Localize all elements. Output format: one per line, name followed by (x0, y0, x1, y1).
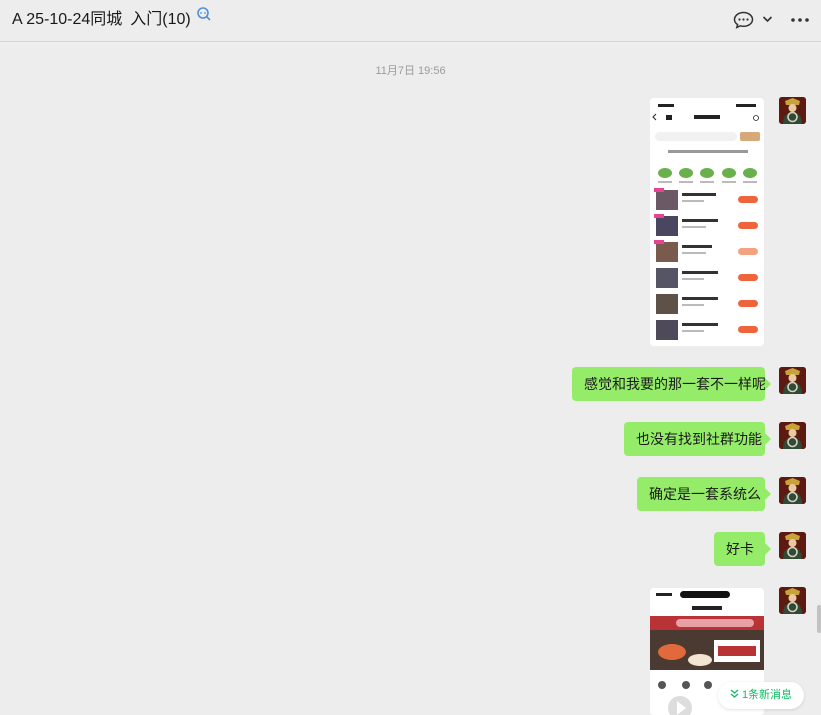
chat-title-members: 入门(10) (130, 11, 191, 28)
message-bubble[interactable]: 好卡 (714, 532, 771, 566)
avatar[interactable] (779, 587, 806, 614)
community-app-screenshot (650, 98, 764, 346)
chat-header: A 25-10-24同城 入门(10) (0, 0, 821, 42)
screenshot-image-message[interactable] (650, 98, 764, 346)
chevron-down-icon[interactable] (762, 14, 773, 25)
avatar[interactable] (779, 97, 806, 124)
avatar[interactable] (779, 532, 806, 559)
message-bubble[interactable]: 感觉和我要的那一套不一样呢 (572, 367, 771, 401)
chat-title[interactable]: A 25-10-24同城 入门(10) (12, 5, 191, 29)
double-chevron-down-icon (730, 689, 739, 698)
new-message-label: 1条新消息 (741, 689, 793, 701)
avatar[interactable] (779, 422, 806, 449)
chat-title-text: A 25-10-24同城 (12, 11, 123, 28)
more-icon[interactable] (790, 12, 810, 28)
chat-bubble-icon[interactable] (733, 11, 754, 29)
avatar[interactable] (779, 367, 806, 394)
message-bubble[interactable]: 也没有找到社群功能 (624, 422, 771, 456)
scrollbar[interactable] (817, 605, 821, 633)
message-timestamp: 11月7日 19:56 (375, 65, 446, 77)
new-message-button[interactable]: 1条新消息 (718, 682, 804, 709)
message-bubble[interactable]: 确定是一套系统么 (637, 477, 771, 511)
avatar[interactable] (779, 477, 806, 504)
robot-icon[interactable] (196, 6, 212, 22)
